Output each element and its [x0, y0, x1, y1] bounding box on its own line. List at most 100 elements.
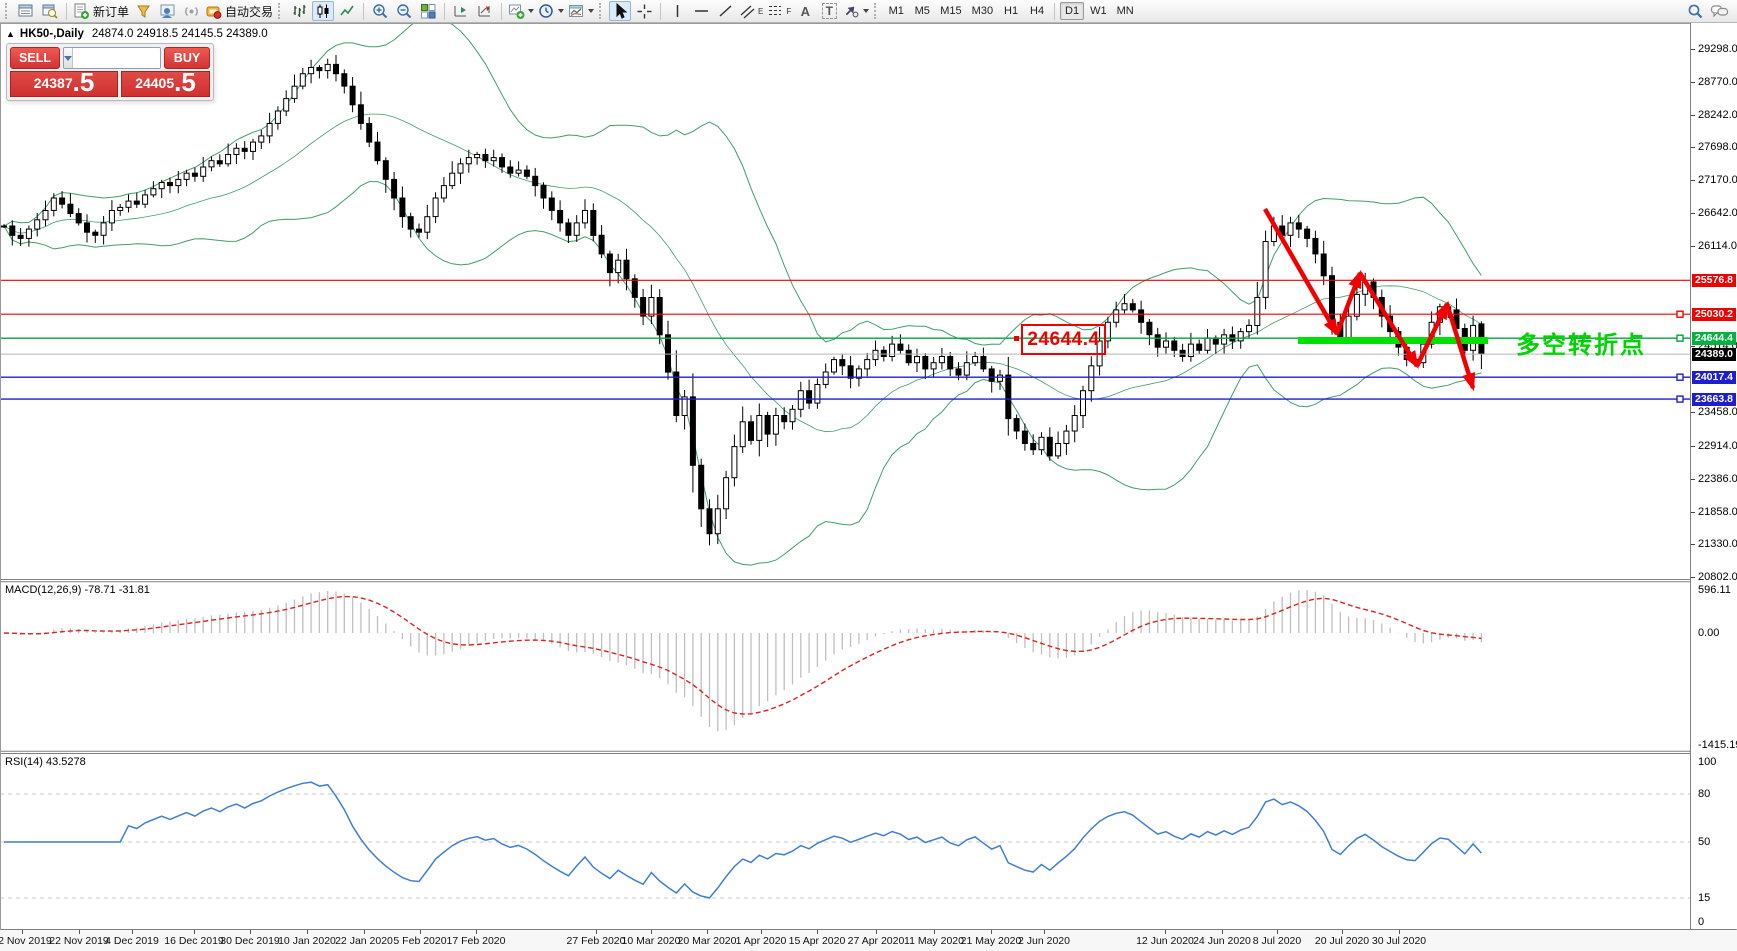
market-watch-button[interactable]	[15, 1, 37, 21]
line-endpoint-marker[interactable]	[1677, 311, 1683, 317]
macd-scale-label: 0.00	[1698, 627, 1719, 639]
chat-button[interactable]	[1708, 1, 1730, 21]
callout-anchor-marker[interactable]	[1014, 336, 1019, 341]
line-endpoint-marker[interactable]	[1677, 335, 1683, 341]
date-tick-label: 27 Feb 2020	[567, 935, 626, 947]
date-tick-label: 20 Jul 2020	[1315, 935, 1369, 947]
volume-decrease-button[interactable]	[64, 48, 73, 68]
toolbar-drag-handle[interactable]	[874, 3, 880, 19]
terminal-button[interactable]	[156, 1, 178, 21]
one-click-trading-panel: SELL BUY 24387.5 24405.5	[6, 43, 214, 101]
trendline-tool[interactable]	[714, 1, 736, 21]
text-tool[interactable]: A	[794, 1, 816, 21]
price-level-label: 25576.8	[1692, 274, 1736, 287]
date-tick-label: 20 Mar 2020	[678, 935, 737, 947]
signals-button[interactable]	[180, 1, 202, 21]
timeframe-button-H4[interactable]: H4	[1025, 2, 1049, 20]
timeframe-toolbar: M1M5M15M30H1H4 D1W1MN	[883, 2, 1138, 20]
date-tick-label: 15 Apr 2020	[789, 935, 846, 947]
collapse-arrow-icon[interactable]: ▲	[6, 29, 15, 39]
auto-scroll-button[interactable]	[450, 1, 472, 21]
date-axis[interactable]: 12 Nov 201922 Nov 20194 Dec 201916 Dec 2…	[0, 930, 1737, 951]
price-axis[interactable]: 29298.028770.028242.027698.027170.026642…	[1690, 23, 1737, 929]
sell-price-display[interactable]: 24387.5	[10, 71, 118, 97]
rsi-scale-label: 0	[1698, 916, 1704, 928]
horizontal-line-tool[interactable]	[690, 1, 712, 21]
timeframe-button-M30[interactable]: M30	[968, 2, 997, 20]
crosshair-button[interactable]	[633, 1, 655, 21]
timeframe-button-D1[interactable]: D1	[1060, 2, 1084, 20]
timeframe-button-MN[interactable]: MN	[1113, 2, 1138, 20]
timeframe-button-M1[interactable]: M1	[884, 2, 908, 20]
price-tick-label: 26642.0	[1698, 207, 1737, 219]
clock-icon	[538, 3, 555, 20]
date-tick-label: 4 Dec 2019	[105, 935, 159, 947]
toolbar-drag-handle[interactable]	[278, 3, 284, 19]
periods-button[interactable]	[537, 1, 565, 21]
templates-button[interactable]	[567, 1, 595, 21]
chart-plot-area[interactable]	[0, 0, 1737, 951]
price-tick-label: 26114.0	[1698, 240, 1737, 252]
arrows-tool[interactable]	[842, 1, 870, 21]
funnel-icon	[135, 3, 152, 20]
tile-windows-icon	[420, 3, 437, 20]
channel-icon	[739, 3, 757, 19]
search-button[interactable]	[1684, 1, 1706, 21]
date-tick-label: 8 Jul 2020	[1253, 935, 1301, 947]
timeframe-button-M15[interactable]: M15	[936, 2, 965, 20]
sell-price-main: 24387	[34, 71, 73, 95]
date-tick-label: 24 Jun 2020	[1193, 935, 1251, 947]
timeframe-button-M5[interactable]: M5	[910, 2, 934, 20]
chart-shift-button[interactable]	[474, 1, 496, 21]
price-level-label: 24017.4	[1692, 371, 1736, 384]
history-center-button[interactable]	[132, 1, 154, 21]
timeframe-button-H1[interactable]: H1	[999, 2, 1023, 20]
volume-stepper	[63, 47, 161, 69]
fibonacci-glyph: F	[786, 7, 791, 16]
date-axis-tick	[934, 930, 935, 934]
date-tick-label: 30 Dec 2019	[220, 935, 280, 947]
auto-trading-label: 自动交易	[225, 3, 273, 20]
equidistant-channel-tool[interactable]: E	[738, 1, 764, 21]
price-axis-tick	[1691, 180, 1695, 181]
toolbar-drag-handle[interactable]	[5, 3, 11, 19]
price-axis-tick	[1691, 544, 1695, 545]
text-label-tool[interactable]: T	[818, 1, 840, 21]
date-tick-label: 22 Nov 2019	[49, 935, 109, 947]
price-axis-tick	[1691, 577, 1695, 578]
price-axis-tick	[1691, 49, 1695, 50]
data-window-button[interactable]	[39, 1, 61, 21]
buy-button[interactable]: BUY	[164, 47, 210, 69]
date-tick-label: 16 Dec 2019	[164, 935, 224, 947]
vertical-line-tool[interactable]	[666, 1, 688, 21]
ohlc-values: 24874.0 24918.5 24145.5 24389.0	[92, 28, 268, 40]
date-axis-tick	[1399, 930, 1400, 934]
turning-point-annotation[interactable]: 多空转折点	[1516, 325, 1646, 360]
chevron-down-icon	[558, 9, 564, 13]
add-indicator-button[interactable]	[507, 1, 535, 21]
price-axis-tick	[1691, 446, 1695, 447]
buy-price-display[interactable]: 24405.5	[121, 71, 210, 97]
price-axis-tick	[1691, 512, 1695, 513]
sell-price-pip: .5	[73, 69, 95, 95]
cursor-icon	[612, 3, 628, 19]
volume-input[interactable]	[73, 48, 161, 68]
date-axis-tick	[761, 930, 762, 934]
zoom-out-button[interactable]	[393, 1, 415, 21]
auto-trading-button[interactable]: 自动交易	[204, 1, 274, 21]
bar-chart-button[interactable]	[288, 1, 310, 21]
price-callout-label[interactable]: 24644.4	[1021, 324, 1106, 355]
date-axis-tick	[22, 930, 23, 934]
toolbar-drag-handle[interactable]	[599, 3, 605, 19]
line-endpoint-marker[interactable]	[1677, 396, 1683, 402]
cursor-button[interactable]	[609, 1, 631, 21]
line-chart-button[interactable]	[336, 1, 358, 21]
fibonacci-tool[interactable]: F	[766, 1, 792, 21]
timeframe-button-W1[interactable]: W1	[1086, 2, 1111, 20]
candlestick-chart-button[interactable]	[312, 1, 334, 21]
tile-windows-button[interactable]	[417, 1, 439, 21]
zoom-in-button[interactable]	[369, 1, 391, 21]
sell-button[interactable]: SELL	[10, 47, 60, 69]
line-endpoint-marker[interactable]	[1677, 374, 1683, 380]
new-order-button[interactable]: 新订单	[72, 1, 130, 21]
